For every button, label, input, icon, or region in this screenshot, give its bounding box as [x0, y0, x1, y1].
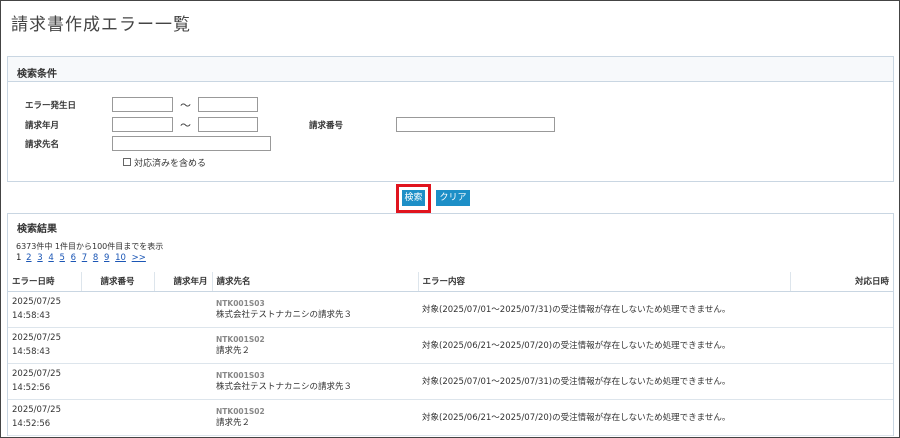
cell-date: 2025/07/25: [12, 405, 61, 415]
pagination: 1 2 3 4 5 6 7 8 9 10 >>: [16, 253, 149, 263]
billing-month-to-input[interactable]: [198, 117, 258, 132]
column-header-handled-datetime[interactable]: 対応日時: [790, 272, 893, 292]
billing-number-label: 請求番号: [309, 121, 344, 131]
cell-billing-number: [81, 399, 154, 436]
cell-date: 2025/07/25: [12, 369, 61, 379]
cell-billing-number: [81, 363, 154, 400]
cell-time: 14:52:56: [12, 383, 51, 393]
cell-error-datetime: 2025/07/25 14:58:43: [8, 291, 81, 328]
column-header-error-content[interactable]: エラー内容: [418, 272, 791, 292]
result-count: 6373件中 1件目から100件目までを表示: [16, 242, 164, 251]
cell-error-content: 対象(2025/06/21〜2025/07/20)の受注情報が存在しないため処理…: [418, 327, 790, 364]
cell-handled-datetime: [790, 291, 893, 328]
error-date-to-input[interactable]: [198, 97, 258, 112]
cell-target-name: 株式会社テストナカニシの請求先３: [216, 309, 353, 320]
cell-billing-month: [154, 399, 212, 436]
pager-page-link[interactable]: 6: [71, 253, 76, 263]
cell-target-name: 請求先２: [216, 345, 251, 356]
cell-time: 14:58:43: [12, 311, 51, 321]
pager-page-link[interactable]: 8: [93, 253, 98, 263]
include-done-checkbox[interactable]: [123, 158, 131, 166]
cell-error-content: 対象(2025/07/01〜2025/07/31)の受注情報が存在しないため処理…: [418, 363, 790, 400]
cell-billing-target: NTK001S02 請求先２: [212, 327, 418, 364]
search-results-heading: 検索結果: [17, 224, 57, 235]
search-results-panel: 検索結果 6373件中 1件目から100件目までを表示 1 2 3 4 5 6 …: [7, 213, 894, 436]
pager-page-link[interactable]: 2: [26, 253, 31, 263]
cell-target-name: 請求先２: [216, 417, 251, 428]
pager-page-link[interactable]: 4: [48, 253, 53, 263]
cell-target-code: NTK001S03: [216, 298, 265, 308]
cell-billing-month: [154, 363, 212, 400]
table-header-row: エラー日時 請求番号 請求年月 請求先名 エラー内容 対応日時: [8, 272, 893, 292]
search-button-highlight: 検索: [396, 184, 431, 213]
pager-page-link[interactable]: 10: [115, 253, 126, 263]
cell-handled-datetime: [790, 399, 893, 436]
table-row[interactable]: 2025/07/25 14:58:43 NTK001S03 株式会社テストナカニシの…: [8, 291, 893, 328]
cell-billing-target: NTK001S02 請求先２: [212, 399, 418, 436]
pager-page-link[interactable]: 5: [60, 253, 65, 263]
cell-handled-datetime: [790, 363, 893, 400]
billing-target-label: 請求先名: [25, 140, 60, 150]
pager-current-page: 1: [16, 253, 22, 263]
error-date-label: エラー発生日: [25, 101, 77, 111]
column-header-billing-month[interactable]: 請求年月: [154, 272, 213, 292]
cell-target-name: 株式会社テストナカニシの請求先３: [216, 381, 353, 392]
pager-page-link[interactable]: 9: [104, 253, 109, 263]
cell-error-content: 対象(2025/07/01〜2025/07/31)の受注情報が存在しないため処理…: [418, 291, 790, 328]
cell-error-datetime: 2025/07/25 14:58:43: [8, 327, 81, 364]
billing-month-from-input[interactable]: [112, 117, 173, 132]
search-conditions-heading: 検索条件: [8, 57, 893, 82]
cell-billing-month: [154, 291, 212, 328]
pager-page-link[interactable]: 7: [82, 253, 87, 263]
cell-error-datetime: 2025/07/25 14:52:56: [8, 399, 81, 436]
table-row[interactable]: 2025/07/25 14:52:56 NTK001S02 請求先２ 対象(2025…: [8, 399, 893, 436]
cell-billing-number: [81, 291, 154, 328]
cell-time: 14:52:56: [12, 419, 51, 429]
cell-billing-target: NTK001S03 株式会社テストナカニシの請求先３: [212, 363, 418, 400]
cell-handled-datetime: [790, 327, 893, 364]
cell-target-code: NTK001S02: [216, 406, 265, 416]
cell-time: 14:58:43: [12, 347, 51, 357]
pager-next-link[interactable]: >>: [132, 253, 146, 263]
billing-target-input[interactable]: [112, 136, 271, 151]
cell-target-code: NTK001S03: [216, 370, 265, 380]
error-date-tilde: 〜: [180, 99, 191, 112]
column-header-billing-number[interactable]: 請求番号: [81, 272, 155, 292]
cell-billing-month: [154, 327, 212, 364]
cell-error-content: 対象(2025/06/21〜2025/07/20)の受注情報が存在しないため処理…: [418, 399, 790, 436]
search-button[interactable]: 検索: [402, 190, 425, 206]
pager-page-link[interactable]: 3: [37, 253, 42, 263]
billing-month-tilde: 〜: [180, 119, 191, 132]
include-done-label: 対応済みを含める: [134, 159, 207, 169]
billing-month-label: 請求年月: [25, 121, 60, 131]
column-header-billing-target[interactable]: 請求先名: [212, 272, 419, 292]
error-date-from-input[interactable]: [112, 97, 173, 112]
table-row[interactable]: 2025/07/25 14:52:56 NTK001S03 株式会社テストナカニシの…: [8, 363, 893, 400]
cell-error-datetime: 2025/07/25 14:52:56: [8, 363, 81, 400]
cell-billing-target: NTK001S03 株式会社テストナカニシの請求先３: [212, 291, 418, 328]
clear-button[interactable]: クリア: [436, 190, 470, 206]
column-header-error-datetime[interactable]: エラー日時: [8, 272, 82, 292]
cell-date: 2025/07/25: [12, 297, 61, 307]
search-conditions-panel: 検索条件 エラー発生日 〜 請求年月 〜 請求番号 請求先名 対応済みを含める: [7, 56, 894, 182]
cell-date: 2025/07/25: [12, 333, 61, 343]
billing-number-input[interactable]: [396, 117, 555, 132]
page-title: 請求書作成エラー一覧: [11, 15, 191, 35]
table-row[interactable]: 2025/07/25 14:58:43 NTK001S02 請求先２ 対象(2025…: [8, 327, 893, 364]
cell-target-code: NTK001S02: [216, 334, 265, 344]
results-table: エラー日時 請求番号 請求年月 請求先名 エラー内容 対応日時 2025/07/…: [8, 272, 893, 436]
cell-billing-number: [81, 327, 154, 364]
